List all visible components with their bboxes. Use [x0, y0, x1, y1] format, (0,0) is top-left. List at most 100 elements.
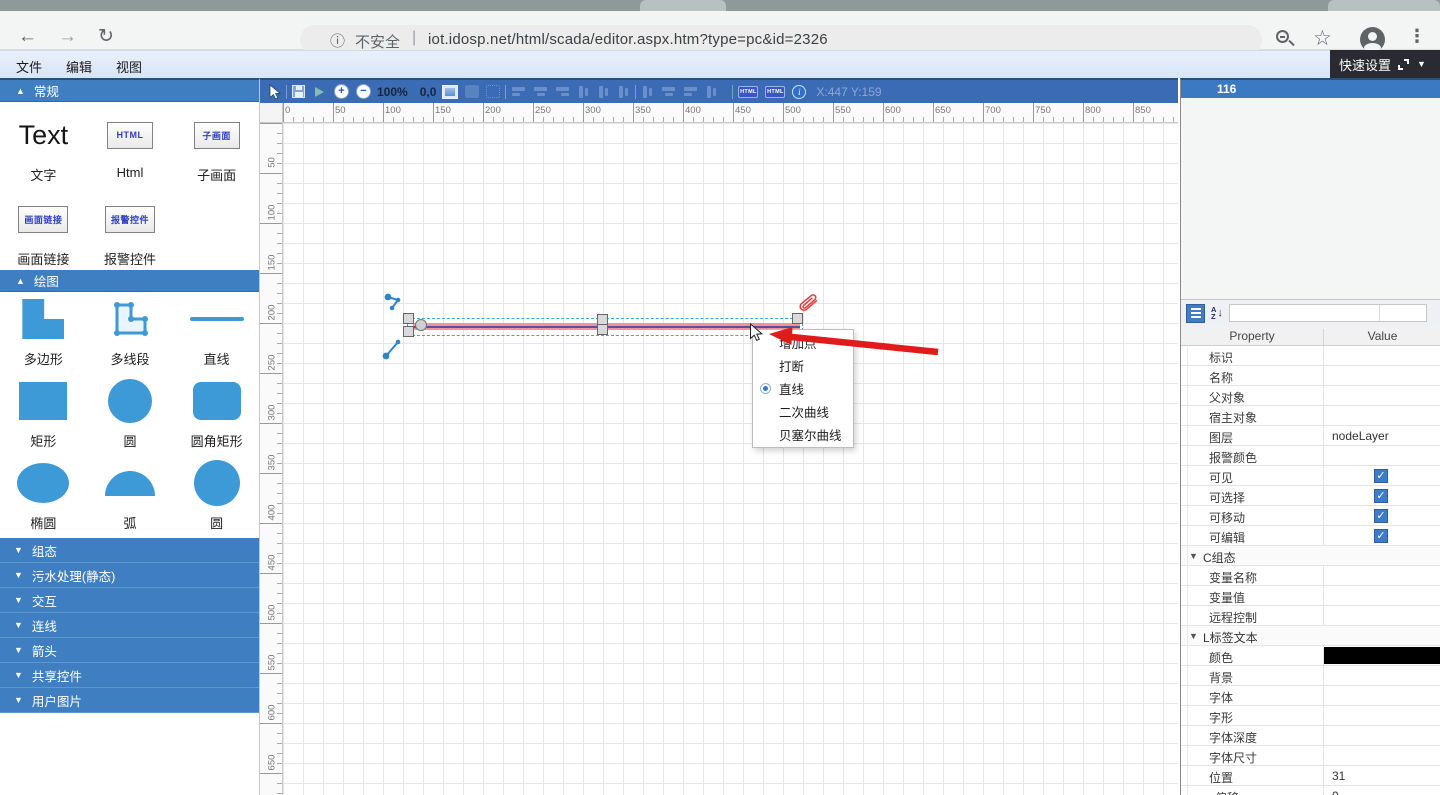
palette-section-connect-line[interactable]: ▼ 连线 — [0, 613, 260, 638]
page-info-icon[interactable]: ⓘ — [330, 30, 345, 51]
save-icon[interactable] — [292, 85, 305, 98]
property-value[interactable]: 31 — [1323, 766, 1440, 786]
palette-section-interaction[interactable]: ▼ 交互 — [0, 588, 260, 613]
palette-section-configuration[interactable]: ▼ 组态 — [0, 538, 260, 563]
context-menu-item[interactable]: 二次曲线 — [753, 400, 853, 423]
property-value[interactable]: 0 — [1323, 786, 1440, 795]
palette-shape-rounded-rect[interactable]: 圆角矩形 — [173, 374, 260, 456]
color-swatch[interactable] — [1324, 647, 1440, 664]
line-endpoint-handle[interactable] — [415, 319, 427, 331]
checkbox-checked[interactable]: ✓ — [1374, 509, 1388, 523]
ruler-tick — [1163, 117, 1164, 122]
ruler-tick — [853, 117, 854, 122]
palette-shape-arc[interactable]: 弧 — [87, 456, 174, 538]
browser-tab[interactable] — [1328, 0, 1440, 11]
property-value[interactable] — [1323, 746, 1440, 766]
back-icon[interactable]: ← — [18, 27, 37, 46]
zoom-in-icon[interactable]: + — [334, 84, 349, 99]
ruler-tick — [883, 103, 884, 122]
menubar-item[interactable]: 文件 — [16, 57, 42, 76]
palette-shape-ellipse[interactable]: 椭圆 — [0, 456, 87, 538]
zoom-icon[interactable] — [1276, 30, 1289, 43]
ruler-label: 800 — [1085, 105, 1101, 116]
play-icon[interactable] — [315, 87, 324, 97]
palette-section-user-images[interactable]: ▼ 用户图片 — [0, 688, 260, 713]
avatar[interactable] — [1360, 27, 1385, 52]
resize-handle[interactable] — [597, 324, 608, 335]
property-value[interactable] — [1323, 666, 1440, 686]
palette-shape-line[interactable]: 直线 — [173, 292, 260, 374]
property-value[interactable] — [1323, 386, 1440, 406]
property-value[interactable] — [1323, 626, 1440, 646]
property-value[interactable] — [1323, 706, 1440, 726]
ruler-tick — [277, 733, 282, 734]
categorized-view-icon[interactable] — [1186, 304, 1205, 323]
property-row: ▼ 位置 31 — [1181, 766, 1440, 786]
palette-section-drawing[interactable]: ▲ 绘图 — [0, 270, 260, 292]
palette-item-alarm-widget[interactable]: 报警控件 报警控件 — [87, 186, 174, 270]
html-export-icon[interactable]: HTML — [738, 86, 758, 98]
checkbox-checked[interactable]: ✓ — [1374, 529, 1388, 543]
browser-tab[interactable] — [640, 0, 726, 11]
palette-section-sewage-static[interactable]: ▼ 污水处理(静态) — [0, 563, 260, 588]
zoom-out-icon[interactable]: − — [356, 84, 371, 99]
property-value[interactable] — [1323, 686, 1440, 706]
palette-item-html[interactable]: HTML Html — [87, 102, 174, 186]
property-value[interactable] — [1323, 586, 1440, 606]
ruler-tick — [277, 653, 282, 654]
ruler-tick — [277, 243, 282, 244]
frame-icon[interactable] — [442, 85, 458, 99]
address-url[interactable]: iot.idosp.net/html/scada/editor.aspx.htm… — [428, 31, 828, 48]
forward-icon[interactable]: → — [58, 27, 77, 46]
property-value[interactable] — [1323, 446, 1440, 466]
context-menu-item[interactable]: 打断 — [753, 354, 853, 377]
html-export-icon[interactable]: HTML — [765, 86, 785, 98]
ruler-tick — [873, 117, 874, 122]
resize-handle[interactable] — [403, 326, 414, 337]
context-menu-item[interactable]: 贝塞尔曲线 — [753, 423, 853, 446]
checkbox-checked[interactable]: ✓ — [1374, 489, 1388, 503]
property-label: 可见 — [1209, 469, 1233, 486]
property-filter-input[interactable] — [1229, 304, 1427, 322]
cursor-tool-icon[interactable] — [268, 84, 281, 100]
property-value[interactable]: nodeLayer — [1323, 426, 1440, 446]
ruler-label: 50 — [267, 152, 278, 174]
menubar-item[interactable]: 编辑 — [66, 57, 92, 76]
property-value[interactable] — [1323, 566, 1440, 586]
menubar-item[interactable]: 视图 — [116, 57, 142, 76]
info-icon[interactable]: i — [792, 85, 806, 99]
property-value[interactable] — [1323, 546, 1440, 566]
chevron-down-icon: ▼ — [1189, 631, 1198, 641]
star-bookmark-icon[interactable]: ☆ — [1313, 26, 1332, 51]
palette-shape-polyline[interactable]: 多线段 — [87, 292, 174, 374]
ruler-label: 550 — [835, 105, 851, 116]
quick-settings-button[interactable]: 快速设置 ▼ — [1330, 50, 1440, 78]
palette-item-screen-link[interactable]: 画面链接 画面链接 — [0, 186, 87, 270]
component-palette: ▲ 常规 Text 文字 HTML Html 子画面 子画面 画面链接 画面链接… — [0, 78, 260, 795]
context-menu-item[interactable]: 直线 — [753, 377, 853, 400]
palette-shape-circle-2[interactable]: 圆 — [173, 456, 260, 538]
palette-shape-polygon[interactable]: 多边形 — [0, 292, 87, 374]
property-value[interactable] — [1323, 406, 1440, 426]
property-value[interactable] — [1323, 606, 1440, 626]
property-column-header: Property — [1181, 329, 1323, 343]
palette-section-arrow[interactable]: ▼ 箭头 — [0, 638, 260, 663]
context-menu-item[interactable]: 增加点 — [753, 331, 853, 354]
design-grid[interactable]: 增加点 打断 直线 二次曲线 贝塞尔曲线 — [283, 123, 1178, 795]
property-value[interactable] — [1323, 366, 1440, 386]
palette-item-text[interactable]: Text 文字 — [0, 102, 87, 186]
ruler-tick — [277, 743, 282, 744]
kebab-menu-icon[interactable]: ⋮ — [1408, 26, 1426, 47]
palette-section-shared-controls[interactable]: ▼ 共享控件 — [0, 663, 260, 688]
palette-shape-circle[interactable]: 圆 — [87, 374, 174, 456]
palette-item-subscreen[interactable]: 子画面 子画面 — [173, 102, 260, 186]
ruler-tick — [277, 793, 282, 794]
property-value[interactable] — [1323, 346, 1440, 366]
reload-icon[interactable]: ↻ — [98, 27, 114, 46]
inspector-object-list[interactable] — [1181, 98, 1440, 300]
property-value[interactable] — [1323, 726, 1440, 746]
sort-az-icon[interactable]: AZ↓ — [1211, 306, 1223, 320]
checkbox-checked[interactable]: ✓ — [1374, 469, 1388, 483]
palette-section-general[interactable]: ▲ 常规 — [0, 80, 260, 102]
palette-shape-rectangle[interactable]: 矩形 — [0, 374, 87, 456]
